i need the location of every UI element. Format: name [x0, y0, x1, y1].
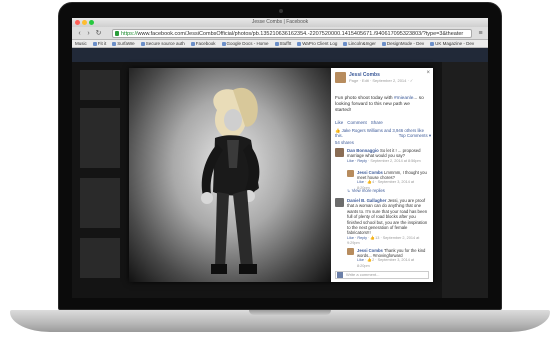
bookmark-item[interactable]: DesignMode - Dev — [381, 41, 425, 46]
commenter-avatar[interactable] — [335, 198, 344, 207]
laptop-base — [10, 310, 550, 332]
comment-time[interactable]: September 2, 2014 at 8:56pm — [370, 159, 420, 163]
background-tile — [80, 238, 120, 278]
top-comments-dropdown[interactable]: Top Comments ▾ — [399, 133, 431, 138]
bookmark-label: StuffIt — [279, 41, 292, 46]
viewer-avatar — [337, 272, 343, 278]
post-actions: Like Comment Share — [335, 120, 383, 125]
bookmark-item[interactable]: Secure source auth — [140, 41, 185, 46]
photo-figure — [201, 87, 260, 274]
view-more-replies-label: View more replies — [351, 188, 385, 193]
bookmark-icon — [190, 41, 195, 46]
bookmark-label: Google Docs - Home — [226, 41, 269, 46]
comment-meta: Like · Reply · September 2, 2014 at 8:56… — [347, 158, 421, 163]
caption-text-start: Fun photo shoot today with — [335, 96, 394, 101]
bookmark-label: UK Magazine - Dev — [435, 41, 475, 46]
bookmark-icon — [297, 41, 302, 46]
caption-hashtag[interactable]: #mieanle — [394, 96, 413, 101]
author-avatar[interactable] — [335, 72, 346, 83]
laptop-notch — [249, 310, 331, 315]
bookmark-item[interactable]: UK Magazine - Dev — [430, 41, 474, 46]
reply-like-count: 2 — [372, 258, 375, 263]
view-more-replies-link[interactable]: ↳ View more replies — [347, 188, 385, 193]
bookmark-item[interactable]: Google Docs - Home — [221, 41, 269, 46]
post-meta: Page · Edit · September 2, 2014 · ✓ — [349, 78, 414, 83]
bookmark-icon — [274, 41, 279, 46]
commenter-name[interactable]: Daniel B. Gallagher — [347, 198, 386, 203]
reply-body: Jessi Combs Thank you for the kind words… — [357, 248, 427, 269]
bookmark-item[interactable]: Lincoln&Inger — [343, 41, 376, 46]
replier-avatar[interactable] — [347, 170, 354, 177]
comment-body: Daniel B. Gallagher Jessi, you are proof… — [347, 198, 429, 247]
reply-time[interactable]: September 3, 2014 at 8:20pm — [357, 258, 414, 267]
share-button[interactable]: Share — [371, 120, 383, 125]
bookmark-label: Fit it — [97, 41, 107, 46]
commenter-avatar[interactable] — [335, 148, 344, 157]
window-title: Jesse Combs | Facebook — [251, 19, 309, 25]
commenter-name[interactable]: Dan Bonnaggio — [347, 148, 379, 153]
bookmark-label: SurfaWe — [117, 41, 135, 46]
bookmark-icon — [112, 41, 117, 46]
bookmark-item[interactable]: SurfaWe — [112, 41, 135, 46]
browser-titlebar: Jesse Combs | Facebook — [72, 18, 488, 27]
bookmark-item[interactable]: WaPro Client Log — [297, 41, 337, 46]
bookmark-item[interactable]: Fit it — [92, 41, 107, 46]
bookmark-icon — [140, 41, 145, 46]
bookmark-label: DesignMode - Dev — [386, 41, 425, 46]
likes-summary: 👍 Jake Rogers Williams and 3,946 others … — [335, 128, 431, 138]
reload-icon[interactable]: ↻ — [94, 29, 103, 38]
photo[interactable] — [129, 68, 331, 282]
reply-like-button[interactable]: Like — [357, 258, 364, 262]
forward-icon[interactable]: › — [84, 29, 93, 38]
bookmark-item[interactable]: Facebook — [190, 41, 216, 46]
comment-actions[interactable]: Like · Reply — [347, 159, 367, 163]
bookmark-item[interactable]: StuffIt — [274, 41, 292, 46]
comment-text: Jessi, you are proof that a woman can do… — [347, 198, 428, 236]
url-scheme: https:// — [121, 31, 138, 37]
bookmark-label: Lincoln&Inger — [348, 41, 376, 46]
background-tile — [80, 70, 120, 100]
comment-button[interactable]: Comment — [347, 120, 367, 125]
camera — [279, 9, 283, 13]
bookmark-label: Facebook — [195, 41, 216, 46]
close-icon[interactable]: × — [426, 70, 430, 76]
photo-viewer: Jessi Combs Page · Edit · September 2, 2… — [129, 68, 433, 282]
right-sidebar — [442, 62, 488, 298]
replier-avatar[interactable] — [347, 248, 354, 255]
url-field[interactable]: https://www.facebook.com/JessiCombsOffic… — [112, 29, 472, 38]
reply-like-button[interactable]: Like — [357, 180, 364, 184]
reply-like-count: 4 — [372, 180, 375, 185]
photo-side-panel: Jessi Combs Page · Edit · September 2, 2… — [331, 68, 433, 282]
bookmark-item[interactable]: Music — [75, 41, 87, 46]
menu-icon[interactable]: ≡ — [476, 29, 485, 38]
url-path: www.facebook.com/JessiCombsOfficial/phot… — [137, 31, 464, 37]
comment-body: Dan Bonnaggio So let it ! ... proposed m… — [347, 148, 429, 164]
shares-count[interactable]: 54 shares — [335, 140, 354, 145]
bookmark-icon — [92, 41, 97, 46]
lock-icon — [115, 31, 119, 36]
facebook-header — [72, 48, 488, 62]
bookmark-label: Music — [75, 41, 87, 46]
laptop-screen: Jesse Combs | Facebook ‹ › ↻ https://www… — [72, 18, 488, 298]
comment-like-count: 13 — [375, 235, 380, 240]
post-caption: Fun photo shoot today with #mieanle... s… — [335, 96, 425, 114]
bookmarks-bar: Music Fit it SurfaWe Secure source auth … — [72, 40, 488, 48]
bookmark-label: WaPro Client Log — [302, 41, 338, 46]
back-icon[interactable]: ‹ — [75, 29, 84, 38]
reply-meta: Like · 👍2 · September 3, 2014 at 8:20pm — [357, 258, 415, 268]
bookmark-icon — [381, 41, 386, 46]
background-tile — [80, 178, 120, 228]
bookmark-label: Secure source auth — [145, 41, 185, 46]
write-comment-placeholder: Write a comment... — [346, 272, 380, 277]
write-comment-input[interactable]: Write a comment... — [335, 271, 429, 279]
reply-arrow-icon: ↳ — [347, 188, 351, 193]
background-tile — [80, 108, 120, 168]
comment-meta: Like · Reply · 👍13 · September 2, 2014 a… — [347, 235, 420, 246]
bookmark-icon — [343, 41, 348, 46]
like-button[interactable]: Like — [335, 120, 343, 125]
bookmark-icon — [430, 41, 435, 46]
bookmark-icon — [221, 41, 226, 46]
comment-actions[interactable]: Like · Reply — [347, 236, 367, 240]
address-bar: ‹ › ↻ https://www.facebook.com/JessiComb… — [72, 27, 488, 40]
